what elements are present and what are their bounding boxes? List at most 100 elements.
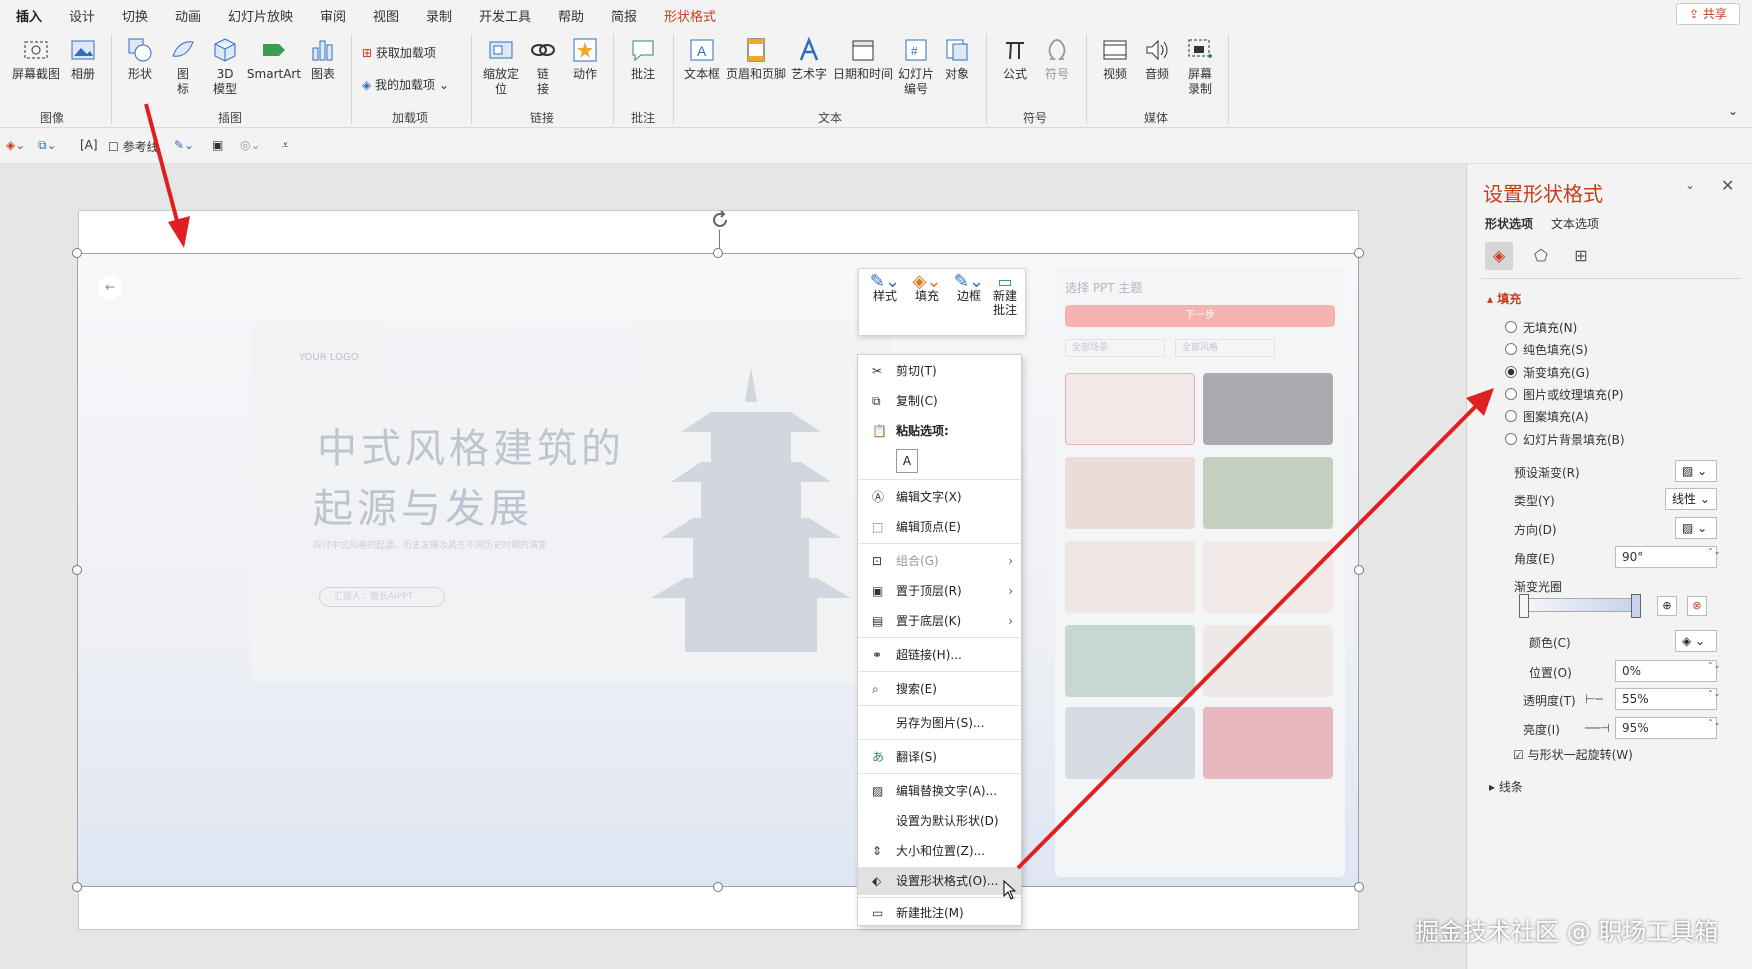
link-button[interactable]: 链 接 — [527, 36, 559, 97]
album-button[interactable]: 相册 — [66, 36, 100, 82]
tab-shape-options[interactable]: 形状选项 — [1485, 215, 1533, 232]
menu-item-send-back[interactable]: ▤ 置于底层(K) › — [858, 607, 1021, 635]
slide-number-button[interactable]: # 幻灯片 编号 — [895, 36, 937, 97]
new-comment-mini-button[interactable]: ▭ 新建 批注 — [989, 274, 1021, 318]
color-dropdown[interactable]: ◈ ⌄ — [1675, 630, 1717, 652]
paste-text-only-icon[interactable]: A — [896, 449, 918, 473]
tab-animations[interactable]: 动画 — [175, 6, 201, 25]
effects-icon[interactable]: ⬠ — [1527, 242, 1555, 270]
resize-handle[interactable] — [713, 882, 723, 892]
menu-item-cut[interactable]: ✂ 剪切(T) — [858, 357, 1021, 385]
transparency-input[interactable]: 55% — [1615, 688, 1717, 710]
resize-handle[interactable] — [1354, 248, 1364, 258]
size-properties-icon[interactable]: ⊞ — [1567, 242, 1595, 270]
brightness-slider[interactable]: ──⊣ — [1585, 721, 1610, 735]
rotate-with-shape-checkbox[interactable]: ☑ 与形状一起旋转(W) — [1513, 746, 1633, 763]
brightness-input[interactable]: 95% — [1615, 717, 1717, 739]
textbox-button[interactable]: A 文本框 — [682, 36, 722, 82]
arrange-icon[interactable]: ▣ — [212, 138, 223, 152]
radio-solid-fill[interactable]: 纯色填充(S) — [1505, 341, 1588, 358]
my-addins-button[interactable]: ◈ 我的加载项 ⌄ — [362, 76, 449, 93]
transparency-slider[interactable]: ⊢─ — [1585, 692, 1603, 706]
text-icon[interactable]: [A] — [80, 138, 98, 152]
video-button[interactable]: 视频 — [1098, 36, 1132, 82]
radio-picture-fill[interactable]: 图片或纹理填充(P) — [1505, 386, 1624, 403]
direction-dropdown[interactable]: ▨ ⌄ — [1675, 517, 1717, 539]
symbol-button[interactable]: 符号 — [1040, 36, 1074, 82]
screen-recording-button[interactable]: 屏幕 录制 — [1180, 36, 1220, 97]
guides-checkbox[interactable]: ☐ 参考线 — [108, 138, 159, 155]
tab-shape-format[interactable]: 形状格式 — [664, 6, 716, 25]
screenshot-button[interactable]: 屏幕截图 — [10, 36, 62, 82]
tab-text-options[interactable]: 文本选项 — [1551, 215, 1599, 232]
tab-transitions[interactable]: 切换 — [122, 6, 148, 25]
tab-developer[interactable]: 开发工具 — [479, 6, 531, 25]
menu-item-size-position[interactable]: ⇕ 大小和位置(Z)... — [858, 837, 1021, 865]
border-button[interactable]: ✎⌄ 边框 — [951, 273, 987, 304]
resize-handle[interactable] — [713, 248, 723, 258]
shape-fill-icon[interactable]: ◈⌄ — [6, 138, 25, 152]
remove-gradient-stop-icon[interactable]: ⊗ — [1687, 596, 1707, 616]
resize-handle[interactable] — [1354, 565, 1364, 575]
get-addins-button[interactable]: ⊞ 获取加载项 — [362, 44, 436, 61]
audio-button[interactable]: 音频 — [1140, 36, 1174, 82]
gradient-stop-2[interactable] — [1631, 594, 1641, 618]
tab-review[interactable]: 审阅 — [320, 6, 346, 25]
menu-item-hyperlink[interactable]: ⚭ 超链接(H)... — [858, 641, 1021, 669]
comment-button[interactable]: 批注 — [626, 36, 660, 82]
tab-slideshow[interactable]: 幻灯片放映 — [228, 6, 293, 25]
gradient-stop-1[interactable] — [1519, 594, 1529, 618]
tab-help[interactable]: 帮助 — [558, 6, 584, 25]
menu-item-edit-points[interactable]: ⬚ 编辑顶点(E) — [858, 513, 1021, 541]
type-dropdown[interactable]: 线性 ⌄ — [1665, 488, 1717, 510]
share-button[interactable]: ⇪ 共享 — [1676, 3, 1740, 25]
tab-briefing[interactable]: 简报 — [611, 6, 637, 25]
smartart-button[interactable]: SmartArt — [246, 36, 302, 82]
gradient-stops-bar[interactable] — [1523, 598, 1635, 612]
shapes-button[interactable]: 形状 — [124, 36, 156, 82]
menu-item-save-picture[interactable]: 另存为图片(S)... — [858, 709, 1021, 737]
menu-item-copy[interactable]: ⧉ 复制(C) — [858, 387, 1021, 415]
pane-options-icon[interactable]: ⌄ — [1685, 178, 1695, 192]
resize-handle[interactable] — [72, 882, 82, 892]
tab-design[interactable]: 设计 — [69, 6, 95, 25]
tab-record[interactable]: 录制 — [426, 6, 452, 25]
add-gradient-stop-icon[interactable]: ⊕ — [1657, 596, 1677, 616]
3d-models-button[interactable]: 3D 模型 — [208, 36, 242, 97]
equation-button[interactable]: 公式 — [998, 36, 1032, 82]
menu-item-search[interactable]: ⌕ 搜索(E) — [858, 675, 1021, 703]
merge-shapes-icon[interactable]: ◎⌄ — [240, 138, 261, 152]
fill-line-icon[interactable]: ◈ — [1485, 242, 1513, 270]
chart-button[interactable]: 图表 — [306, 36, 340, 82]
customize-toolbar-icon[interactable]: ⩡ — [282, 138, 289, 153]
preset-gradient-dropdown[interactable]: ▨ ⌄ — [1675, 460, 1717, 482]
radio-pattern-fill[interactable]: 图案填充(A) — [1505, 408, 1589, 425]
style-button[interactable]: ✎⌄ 样式 — [867, 273, 903, 304]
shape-outline-icon[interactable]: ⧉⌄ — [38, 138, 57, 153]
object-button[interactable]: 对象 — [940, 36, 974, 82]
rotate-handle-icon[interactable] — [708, 208, 732, 232]
close-icon[interactable]: ✕ — [1721, 176, 1734, 195]
position-input[interactable]: 0% — [1615, 660, 1717, 682]
menu-item-edit-text[interactable]: Ⓐ 编辑文字(X) — [858, 483, 1021, 511]
resize-handle[interactable] — [72, 565, 82, 575]
header-footer-button[interactable]: 页眉和页脚 — [724, 36, 788, 82]
tab-insert[interactable]: 插入 — [16, 6, 43, 31]
wordart-button[interactable]: 艺术字 — [790, 36, 828, 82]
menu-item-default-shape[interactable]: 设置为默认形状(D) — [858, 807, 1021, 835]
resize-handle[interactable] — [72, 248, 82, 258]
radio-background-fill[interactable]: 幻灯片背景填充(B) — [1505, 431, 1625, 448]
menu-item-translate[interactable]: あ翻译(S) — [858, 743, 1021, 771]
menu-item-group[interactable]: ⊡ 组合(G) › — [858, 547, 1021, 575]
fill-section-header[interactable]: ▴ 填充 — [1487, 290, 1521, 307]
angle-input[interactable]: 90° — [1615, 546, 1717, 568]
edit-shape-icon[interactable]: ✎⌄ — [174, 138, 194, 152]
menu-item-new-comment[interactable]: ▭ 新建批注(M) — [858, 899, 1021, 927]
ribbon-collapse-icon[interactable]: ⌄ — [1728, 104, 1738, 118]
icons-button[interactable]: 图 标 — [166, 36, 200, 97]
radio-no-fill[interactable]: 无填充(N) — [1505, 319, 1577, 336]
tab-view[interactable]: 视图 — [373, 6, 399, 25]
action-button[interactable]: 动作 — [568, 36, 602, 82]
line-section-header[interactable]: ▸ 线条 — [1489, 778, 1523, 795]
date-time-button[interactable]: 日期和时间 — [831, 36, 895, 82]
